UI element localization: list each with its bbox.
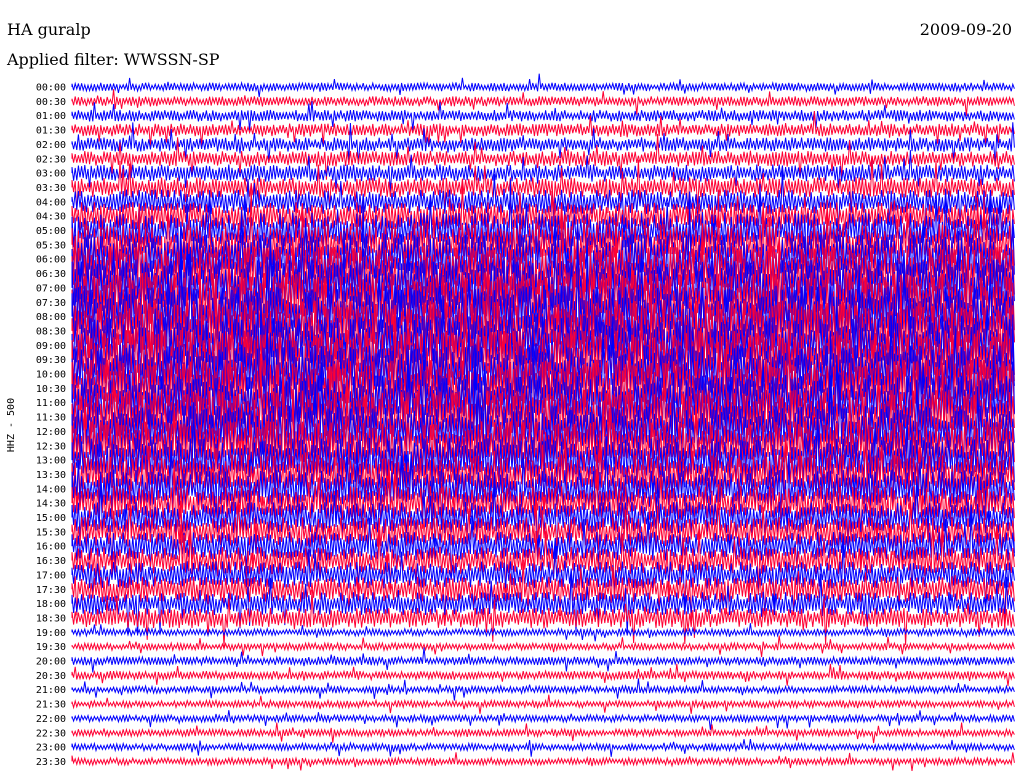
time-tick-label: 13:00 <box>36 456 66 467</box>
time-tick-label: 11:00 <box>36 398 66 409</box>
time-tick-label: 10:30 <box>36 384 66 395</box>
time-tick-label: 16:00 <box>36 542 66 553</box>
trace-2000 <box>71 647 1015 673</box>
time-tick-label: 19:30 <box>36 642 66 653</box>
time-tick-label: 02:00 <box>36 140 66 151</box>
time-tick-label: 19:00 <box>36 628 66 639</box>
time-tick-label: 06:30 <box>36 269 66 280</box>
time-tick-label: 09:30 <box>36 355 66 366</box>
time-tick-label: 05:00 <box>36 226 66 237</box>
time-tick-label: 11:30 <box>36 413 66 424</box>
trace-2030 <box>71 663 1015 687</box>
time-tick-label: 16:30 <box>36 556 66 567</box>
time-tick-label: 07:00 <box>36 283 66 294</box>
time-tick-label: 17:00 <box>36 570 66 581</box>
time-tick-label: 02:30 <box>36 154 66 165</box>
time-tick-label: 14:00 <box>36 484 66 495</box>
time-tick-label: 15:00 <box>36 513 66 524</box>
helicorder-plot: 00:00 00:30 01:00 01:30 02:00 02:30 03:00 03:30… <box>6 73 1015 771</box>
time-tick-label: 18:00 <box>36 599 66 610</box>
time-tick-label: 08:30 <box>36 326 66 337</box>
time-tick-label: 18:30 <box>36 613 66 624</box>
time-tick-label: 01:30 <box>36 126 66 137</box>
time-tick-label: 23:00 <box>36 743 66 754</box>
time-tick-label: 12:00 <box>36 427 66 438</box>
trace-2130 <box>71 694 1015 714</box>
time-tick-label: 23:30 <box>36 757 66 768</box>
trace-2200 <box>71 710 1015 730</box>
time-tick-label: 08:00 <box>36 312 66 323</box>
time-tick-label: 05:30 <box>36 240 66 251</box>
trace-2230 <box>71 722 1015 744</box>
time-tick-label: 09:00 <box>36 341 66 352</box>
trace-0000 <box>71 73 1015 98</box>
time-tick-label: 22:00 <box>36 714 66 725</box>
time-tick-label: 13:30 <box>36 470 66 481</box>
time-tick-label: 07:30 <box>36 298 66 309</box>
time-tick-label: 14:30 <box>36 499 66 510</box>
time-tick-label: 21:00 <box>36 685 66 696</box>
time-tick-label: 06:00 <box>36 255 66 266</box>
time-tick-label: 15:30 <box>36 527 66 538</box>
trace-1900 <box>71 623 1015 642</box>
trace-group <box>71 73 1015 771</box>
trace-1930 <box>71 635 1015 657</box>
trace-2100 <box>71 678 1015 701</box>
time-tick-label: 20:00 <box>36 657 66 668</box>
time-tick-label: 00:00 <box>36 83 66 94</box>
time-tick-label: 03:00 <box>36 169 66 180</box>
time-tick-label: 21:30 <box>36 700 66 711</box>
time-tick-label: 01:00 <box>36 111 66 122</box>
time-tick-label: 17:30 <box>36 585 66 596</box>
y-axis-label: HHZ - 500 <box>6 398 17 452</box>
time-tick-label: 04:30 <box>36 212 66 223</box>
time-tick-label: 03:30 <box>36 183 66 194</box>
time-tick-group: 00:00 00:30 01:00 01:30 02:00 02:30 03:00 03:30… <box>36 83 66 768</box>
time-tick-label: 04:00 <box>36 197 66 208</box>
time-tick-label: 12:30 <box>36 441 66 452</box>
time-tick-label: 22:30 <box>36 728 66 739</box>
time-tick-label: 10:00 <box>36 370 66 381</box>
trace-2330 <box>71 752 1015 771</box>
time-tick-label: 00:30 <box>36 97 66 108</box>
time-tick-label: 20:30 <box>36 671 66 682</box>
